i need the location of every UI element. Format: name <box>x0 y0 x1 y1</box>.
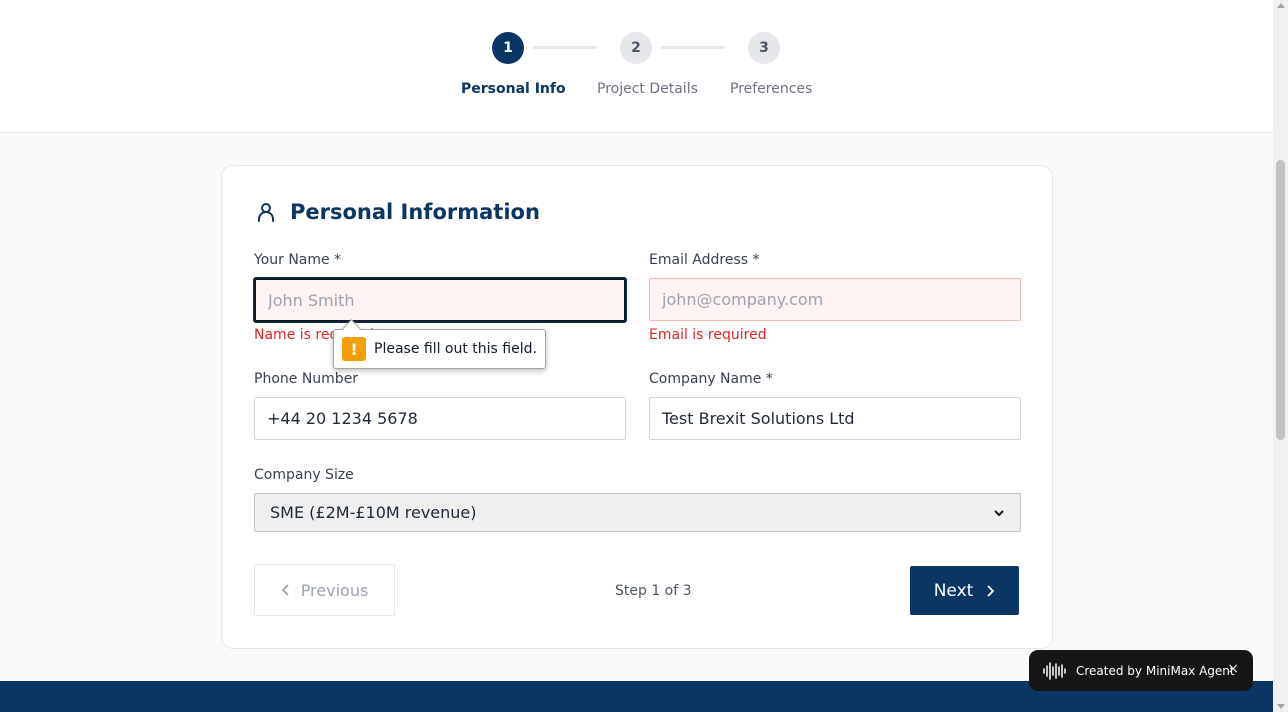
step-connector-2 <box>661 46 725 49</box>
email-error: Email is required <box>649 327 767 343</box>
previous-button[interactable]: Previous <box>254 564 395 616</box>
user-icon <box>258 203 274 222</box>
personal-info-card: Personal Information Your Name * Name is… <box>221 165 1053 649</box>
step-3-number: 3 <box>759 40 769 56</box>
step-1-label: Personal Info <box>461 81 566 97</box>
step-2-indicator: 2 <box>620 32 652 64</box>
step-2-number: 2 <box>631 40 641 56</box>
step-3-label: Preferences <box>730 81 813 97</box>
agent-badge[interactable]: Created by MiniMax Agent × <box>1029 650 1253 691</box>
company-input[interactable] <box>649 397 1021 440</box>
email-input[interactable] <box>649 278 1021 321</box>
warning-icon: ! <box>342 337 366 361</box>
scroll-up-icon[interactable] <box>1277 3 1285 8</box>
name-label: Your Name * <box>254 252 342 268</box>
progress-stepper: 1 2 3 Personal Info Project Details Pref… <box>0 0 1273 133</box>
email-label: Email Address * <box>649 252 760 268</box>
phone-label: Phone Number <box>254 371 359 387</box>
company-size-label: Company Size <box>254 467 354 483</box>
company-size-select[interactable]: SME (£2M-£10M revenue) <box>254 493 1021 532</box>
next-label: Next <box>933 580 974 601</box>
agent-badge-text: Created by MiniMax Agent <box>1076 663 1235 678</box>
close-icon[interactable]: × <box>1227 661 1239 677</box>
validation-tooltip: ! Please fill out this field. <box>333 329 546 369</box>
tooltip-text: Please fill out this field. <box>374 341 537 357</box>
next-button[interactable]: Next <box>910 566 1019 615</box>
step-counter: Step 1 of 3 <box>615 583 692 599</box>
step-1-indicator: 1 <box>492 32 524 64</box>
previous-label: Previous <box>300 580 369 600</box>
name-input[interactable] <box>254 278 626 322</box>
waveform-icon <box>1043 661 1066 680</box>
company-label: Company Name * <box>649 371 773 387</box>
card-title: Personal Information <box>290 200 540 224</box>
scroll-thumb[interactable] <box>1276 160 1285 440</box>
chevron-down-icon <box>994 509 1004 516</box>
scroll-down-icon[interactable] <box>1277 704 1285 709</box>
company-size-value: SME (£2M-£10M revenue) <box>270 503 477 522</box>
step-1-number: 1 <box>503 40 513 56</box>
chevron-left-icon <box>281 584 289 596</box>
page-scrollbar[interactable] <box>1273 0 1288 712</box>
chevron-right-icon <box>987 584 995 597</box>
step-connector-1 <box>533 46 597 49</box>
step-2-label: Project Details <box>597 81 698 97</box>
phone-input[interactable] <box>254 397 626 440</box>
card-header: Personal Information <box>254 200 540 224</box>
step-3-indicator: 3 <box>748 32 780 64</box>
